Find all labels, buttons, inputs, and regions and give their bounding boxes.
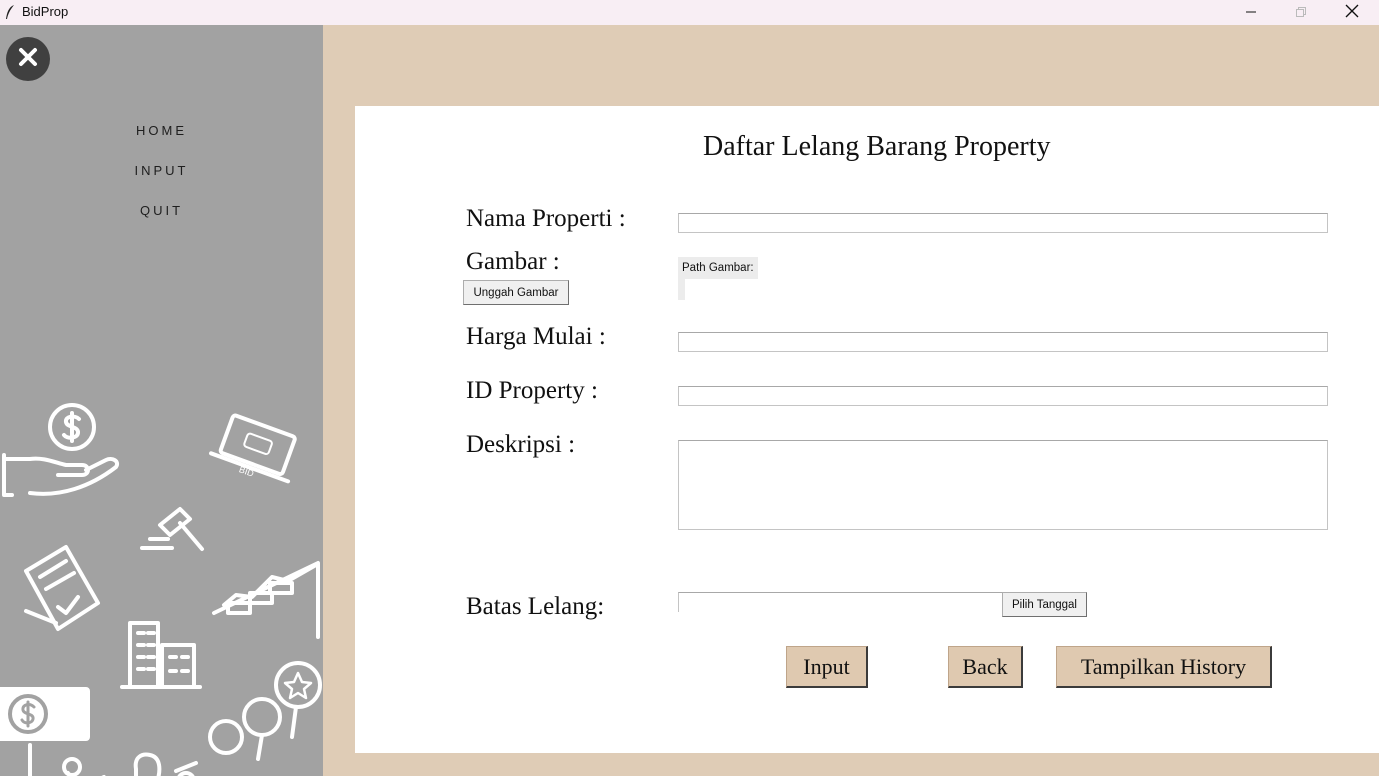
- person-icon: [133, 752, 198, 776]
- path-gambar-value: [678, 279, 685, 300]
- close-window-button[interactable]: [1329, 0, 1375, 25]
- gambar-label: Gambar :: [466, 248, 560, 275]
- input-button[interactable]: Input: [786, 646, 868, 688]
- show-history-button[interactable]: Tampilkan History: [1056, 646, 1272, 688]
- location-pin-icon: [62, 757, 106, 776]
- minimize-button[interactable]: [1228, 0, 1274, 25]
- id-property-input[interactable]: [678, 386, 1328, 406]
- id-property-label: ID Property :: [466, 377, 598, 404]
- close-icon: [1345, 3, 1359, 22]
- page-title: Daftar Lelang Barang Property: [703, 131, 1051, 162]
- sidebar-item-input[interactable]: INPUT: [0, 163, 323, 178]
- deskripsi-textarea[interactable]: [678, 440, 1328, 530]
- sidebar-close-button[interactable]: [6, 37, 50, 81]
- building-icon: [120, 621, 202, 689]
- sidebar-item-home[interactable]: HOME: [0, 123, 323, 138]
- feather-icon: [4, 4, 16, 24]
- sidebar: HOME INPUT QUIT BID: [0, 25, 323, 776]
- nama-properti-label: Nama Properti :: [466, 205, 626, 232]
- pilih-tanggal-button[interactable]: Pilih Tanggal: [1002, 592, 1087, 617]
- dollar-sign-board-icon: [0, 687, 90, 776]
- document-icon: [24, 545, 100, 631]
- title-bar: BidProp: [0, 0, 1379, 25]
- nama-properti-input[interactable]: [678, 213, 1328, 233]
- growth-chart-icon: [212, 561, 320, 639]
- batas-lelang-label: Batas Lelang:: [466, 593, 605, 620]
- deskripsi-label: Deskripsi :: [466, 431, 576, 458]
- harga-mulai-input[interactable]: [678, 332, 1328, 352]
- close-x-icon: [16, 45, 40, 73]
- sidebar-item-quit[interactable]: QUIT: [0, 203, 323, 218]
- restore-icon: [1295, 3, 1307, 22]
- batas-lelang-input[interactable]: [678, 592, 1002, 612]
- minimize-icon: [1245, 3, 1257, 22]
- back-button[interactable]: Back: [948, 646, 1023, 688]
- auction-illustration: BID: [0, 403, 322, 776]
- coin-hand-icon: [2, 403, 119, 497]
- maximize-button[interactable]: [1278, 0, 1324, 25]
- harga-mulai-label: Harga Mulai :: [466, 323, 606, 350]
- laptop-bid-icon: [209, 413, 297, 484]
- window-title: BidProp: [22, 4, 69, 19]
- gavel-icon: [140, 507, 204, 551]
- path-gambar-label: Path Gambar:: [678, 257, 758, 279]
- magnifier-star-icon: [208, 661, 322, 761]
- upload-image-button[interactable]: Unggah Gambar: [463, 280, 569, 305]
